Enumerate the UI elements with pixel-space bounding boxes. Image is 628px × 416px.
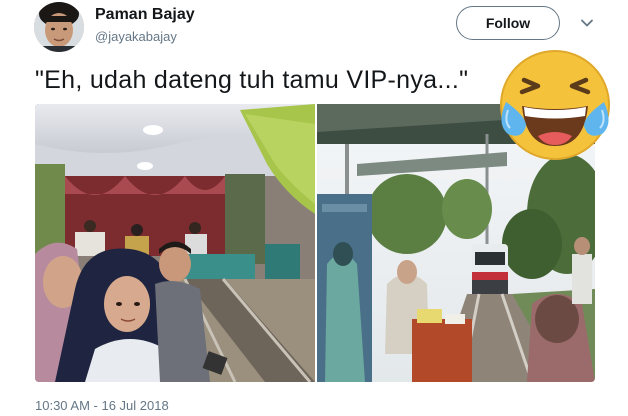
tweet-card: Paman Bajay @jayakabajay Follow "Eh, uda… <box>0 0 628 416</box>
photo-wedding-tent[interactable] <box>35 104 315 382</box>
tweet-timestamp[interactable]: 10:30 AM - 16 Jul 2018 <box>35 398 169 413</box>
display-name[interactable]: Paman Bajay <box>95 6 195 24</box>
user-handle[interactable]: @jayakabajay <box>95 29 177 44</box>
avatar[interactable] <box>34 2 84 52</box>
tweet-text: "Eh, udah dateng tuh tamu VIP-nya..." <box>35 66 469 94</box>
chevron-down-icon[interactable] <box>580 16 594 30</box>
tears-of-joy-emoji <box>496 46 614 164</box>
follow-button[interactable]: Follow <box>456 6 560 40</box>
